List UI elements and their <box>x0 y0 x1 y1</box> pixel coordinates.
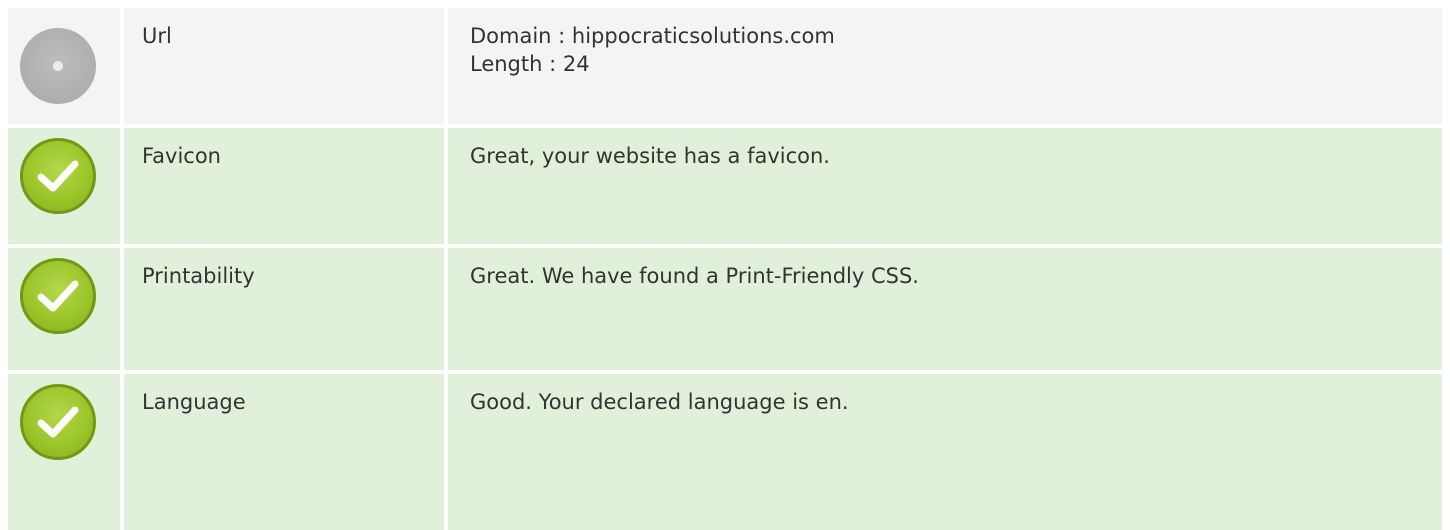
row-label: Favicon <box>142 144 221 168</box>
row-label: Printability <box>142 264 255 288</box>
row-value: Great, your website has a favicon. <box>470 142 830 170</box>
status-cell <box>8 128 120 244</box>
label-cell: Favicon <box>124 128 444 244</box>
printability-result-text: Great. We have found a Print-Friendly CS… <box>470 264 919 288</box>
label-cell: Url <box>124 8 444 124</box>
row-value: Domain : hippocraticsolutions.com Length… <box>470 22 835 78</box>
label-cell: Language <box>124 374 444 530</box>
status-cell <box>8 8 120 124</box>
url-domain-text: Domain : hippocraticsolutions.com <box>470 24 835 48</box>
check-circle-icon <box>20 384 96 460</box>
row-value: Great. We have found a Print-Friendly CS… <box>470 262 919 290</box>
value-cell: Domain : hippocraticsolutions.com Length… <box>448 8 1442 124</box>
favicon-result-text: Great, your website has a favicon. <box>470 144 830 168</box>
row-label: Language <box>142 390 246 414</box>
row-label: Url <box>142 24 172 48</box>
neutral-status-icon <box>20 28 96 104</box>
status-cell <box>8 248 120 370</box>
value-cell: Good. Your declared language is en. <box>448 374 1442 530</box>
url-length-text: Length : 24 <box>470 52 590 76</box>
language-result-text: Good. Your declared language is en. <box>470 390 849 414</box>
value-cell: Great. We have found a Print-Friendly CS… <box>448 248 1442 370</box>
value-cell: Great, your website has a favicon. <box>448 128 1442 244</box>
report-row-printability: Printability Great. We have found a Prin… <box>8 248 1442 370</box>
status-cell <box>8 374 120 530</box>
label-cell: Printability <box>124 248 444 370</box>
check-circle-icon <box>20 138 96 214</box>
row-value: Good. Your declared language is en. <box>470 388 849 416</box>
report-row-url: Url Domain : hippocraticsolutions.com Le… <box>8 8 1442 124</box>
report-row-favicon: Favicon Great, your website has a favico… <box>8 128 1442 244</box>
report-row-language: Language Good. Your declared language is… <box>8 374 1442 530</box>
check-circle-icon <box>20 258 96 334</box>
seo-report-table: Url Domain : hippocraticsolutions.com Le… <box>0 0 1450 530</box>
